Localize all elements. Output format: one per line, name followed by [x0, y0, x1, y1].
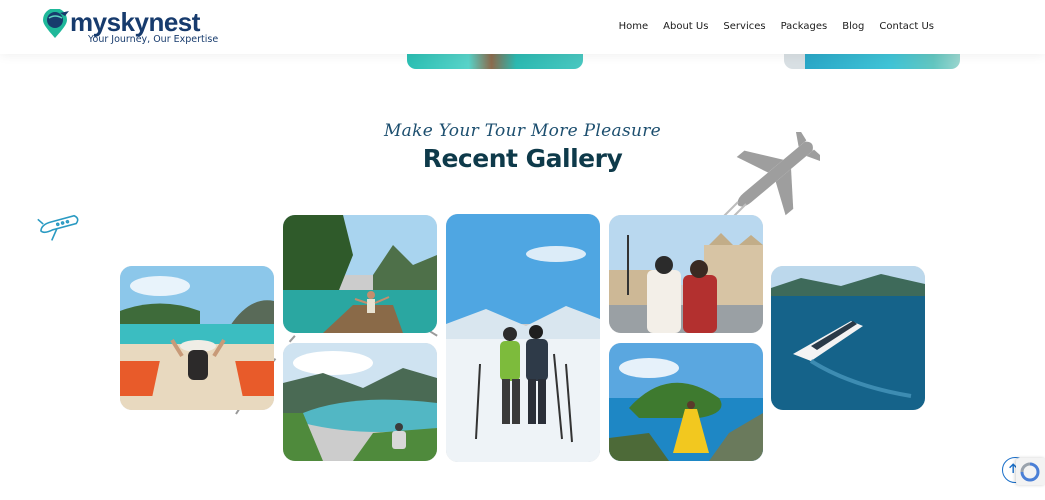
small-airplane-icon — [37, 214, 79, 241]
fjord-hiker-photo[interactable] — [283, 343, 437, 461]
site-logo[interactable]: myskynest Your Journey, Our Expertise — [40, 7, 219, 45]
airplane-icon — [723, 132, 820, 219]
brand-tagline: Your Journey, Our Expertise — [88, 34, 219, 45]
city-selfie-photo[interactable] — [609, 215, 763, 333]
nav-services[interactable]: Services — [723, 21, 765, 32]
island-view-photo[interactable] — [609, 343, 763, 461]
ski-couple-photo[interactable] — [446, 214, 600, 462]
nav-blog[interactable]: Blog — [842, 21, 864, 32]
site-header: myskynest Your Journey, Our Expertise Ho… — [0, 0, 1045, 54]
nav-packages[interactable]: Packages — [781, 21, 828, 32]
beach-lounge-photo[interactable] — [120, 266, 274, 410]
logo-globe-icon — [43, 9, 69, 38]
nav-about-us[interactable]: About Us — [663, 21, 708, 32]
cruise-ship-photo[interactable] — [771, 266, 925, 410]
nav-home[interactable]: Home — [619, 21, 649, 32]
boat-lagoon-photo[interactable] — [283, 215, 437, 333]
recaptcha-icon — [1020, 462, 1040, 482]
recaptcha-badge[interactable] — [1016, 458, 1045, 485]
main-nav: Home About Us Services Packages Blog Con… — [619, 21, 934, 32]
gallery-subtitle: Make Your Tour More Pleasure — [383, 121, 662, 141]
nav-contact-us[interactable]: Contact Us — [879, 21, 934, 32]
gallery-title: Recent Gallery — [422, 144, 623, 173]
